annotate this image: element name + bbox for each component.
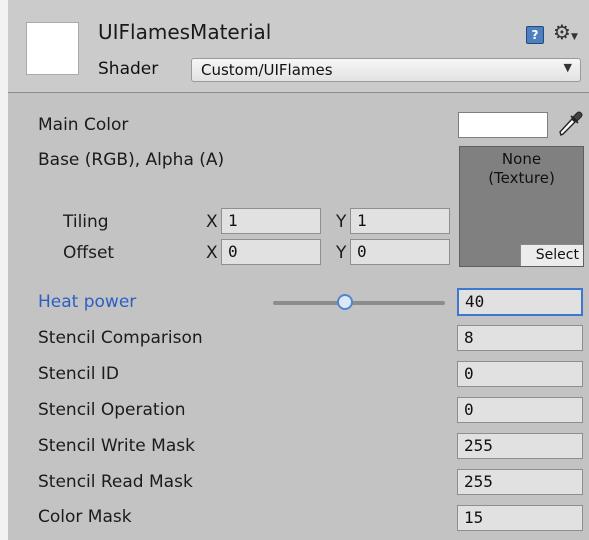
shader-dropdown[interactable]: Custom/UIFlames ▼ (191, 58, 581, 82)
tiling-y-axis-label: Y (336, 212, 347, 232)
offset-y-axis-label: Y (336, 243, 347, 263)
color-mask-input[interactable]: 15 (457, 505, 583, 531)
tiling-x-input[interactable]: 1 (221, 208, 321, 234)
color-mask-label: Color Mask (38, 507, 132, 527)
offset-x-input[interactable]: 0 (221, 239, 321, 265)
stencil-comparison-input[interactable]: 8 (457, 325, 583, 351)
heat-power-slider-thumb[interactable] (337, 294, 354, 310)
tiling-y-input[interactable]: 1 (350, 208, 450, 234)
material-name: UIFlamesMaterial (98, 20, 272, 44)
heat-power-input[interactable]: 40 (457, 288, 583, 316)
gear-icon[interactable]: ⚙ (553, 20, 571, 44)
stencil-id-label: Stencil ID (38, 364, 119, 384)
shader-dropdown-value: Custom/UIFlames (201, 61, 333, 79)
stencil-write-mask-input[interactable]: 255 (457, 433, 583, 459)
stencil-comparison-label: Stencil Comparison (38, 328, 203, 348)
tiling-x-axis-label: X (206, 212, 218, 232)
eyedropper-icon[interactable] (557, 110, 583, 138)
main-color-label: Main Color (38, 115, 129, 135)
stencil-operation-label: Stencil Operation (38, 400, 186, 420)
tiling-label: Tiling (63, 212, 109, 232)
stencil-operation-input[interactable]: 0 (457, 397, 583, 423)
material-inspector: UIFlamesMaterial Shader Custom/UIFlames … (8, 0, 589, 540)
offset-y-input[interactable]: 0 (350, 239, 450, 265)
texture-select-button[interactable]: Select (520, 244, 583, 266)
stencil-id-input[interactable]: 0 (457, 361, 583, 387)
main-color-swatch[interactable] (458, 112, 548, 138)
texture-slot[interactable]: None (Texture) Select (459, 146, 584, 267)
texture-slot-label: None (Texture) (488, 150, 555, 187)
shader-label: Shader (98, 59, 159, 79)
base-texture-label: Base (RGB), Alpha (A) (38, 150, 225, 170)
chevron-down-icon: ▼ (563, 61, 572, 74)
heat-power-label: Heat power (38, 292, 137, 312)
gear-dropdown-caret-icon: ▼ (571, 32, 578, 42)
stencil-read-mask-label: Stencil Read Mask (38, 472, 193, 492)
heat-power-slider-track[interactable] (273, 301, 445, 305)
material-header: UIFlamesMaterial Shader Custom/UIFlames … (8, 0, 589, 93)
help-book-icon[interactable]: ? (526, 26, 544, 44)
stencil-read-mask-input[interactable]: 255 (457, 469, 583, 495)
offset-x-axis-label: X (206, 243, 218, 263)
stencil-write-mask-label: Stencil Write Mask (38, 436, 195, 456)
material-preview-thumbnail[interactable] (26, 22, 79, 75)
offset-label: Offset (63, 243, 115, 263)
